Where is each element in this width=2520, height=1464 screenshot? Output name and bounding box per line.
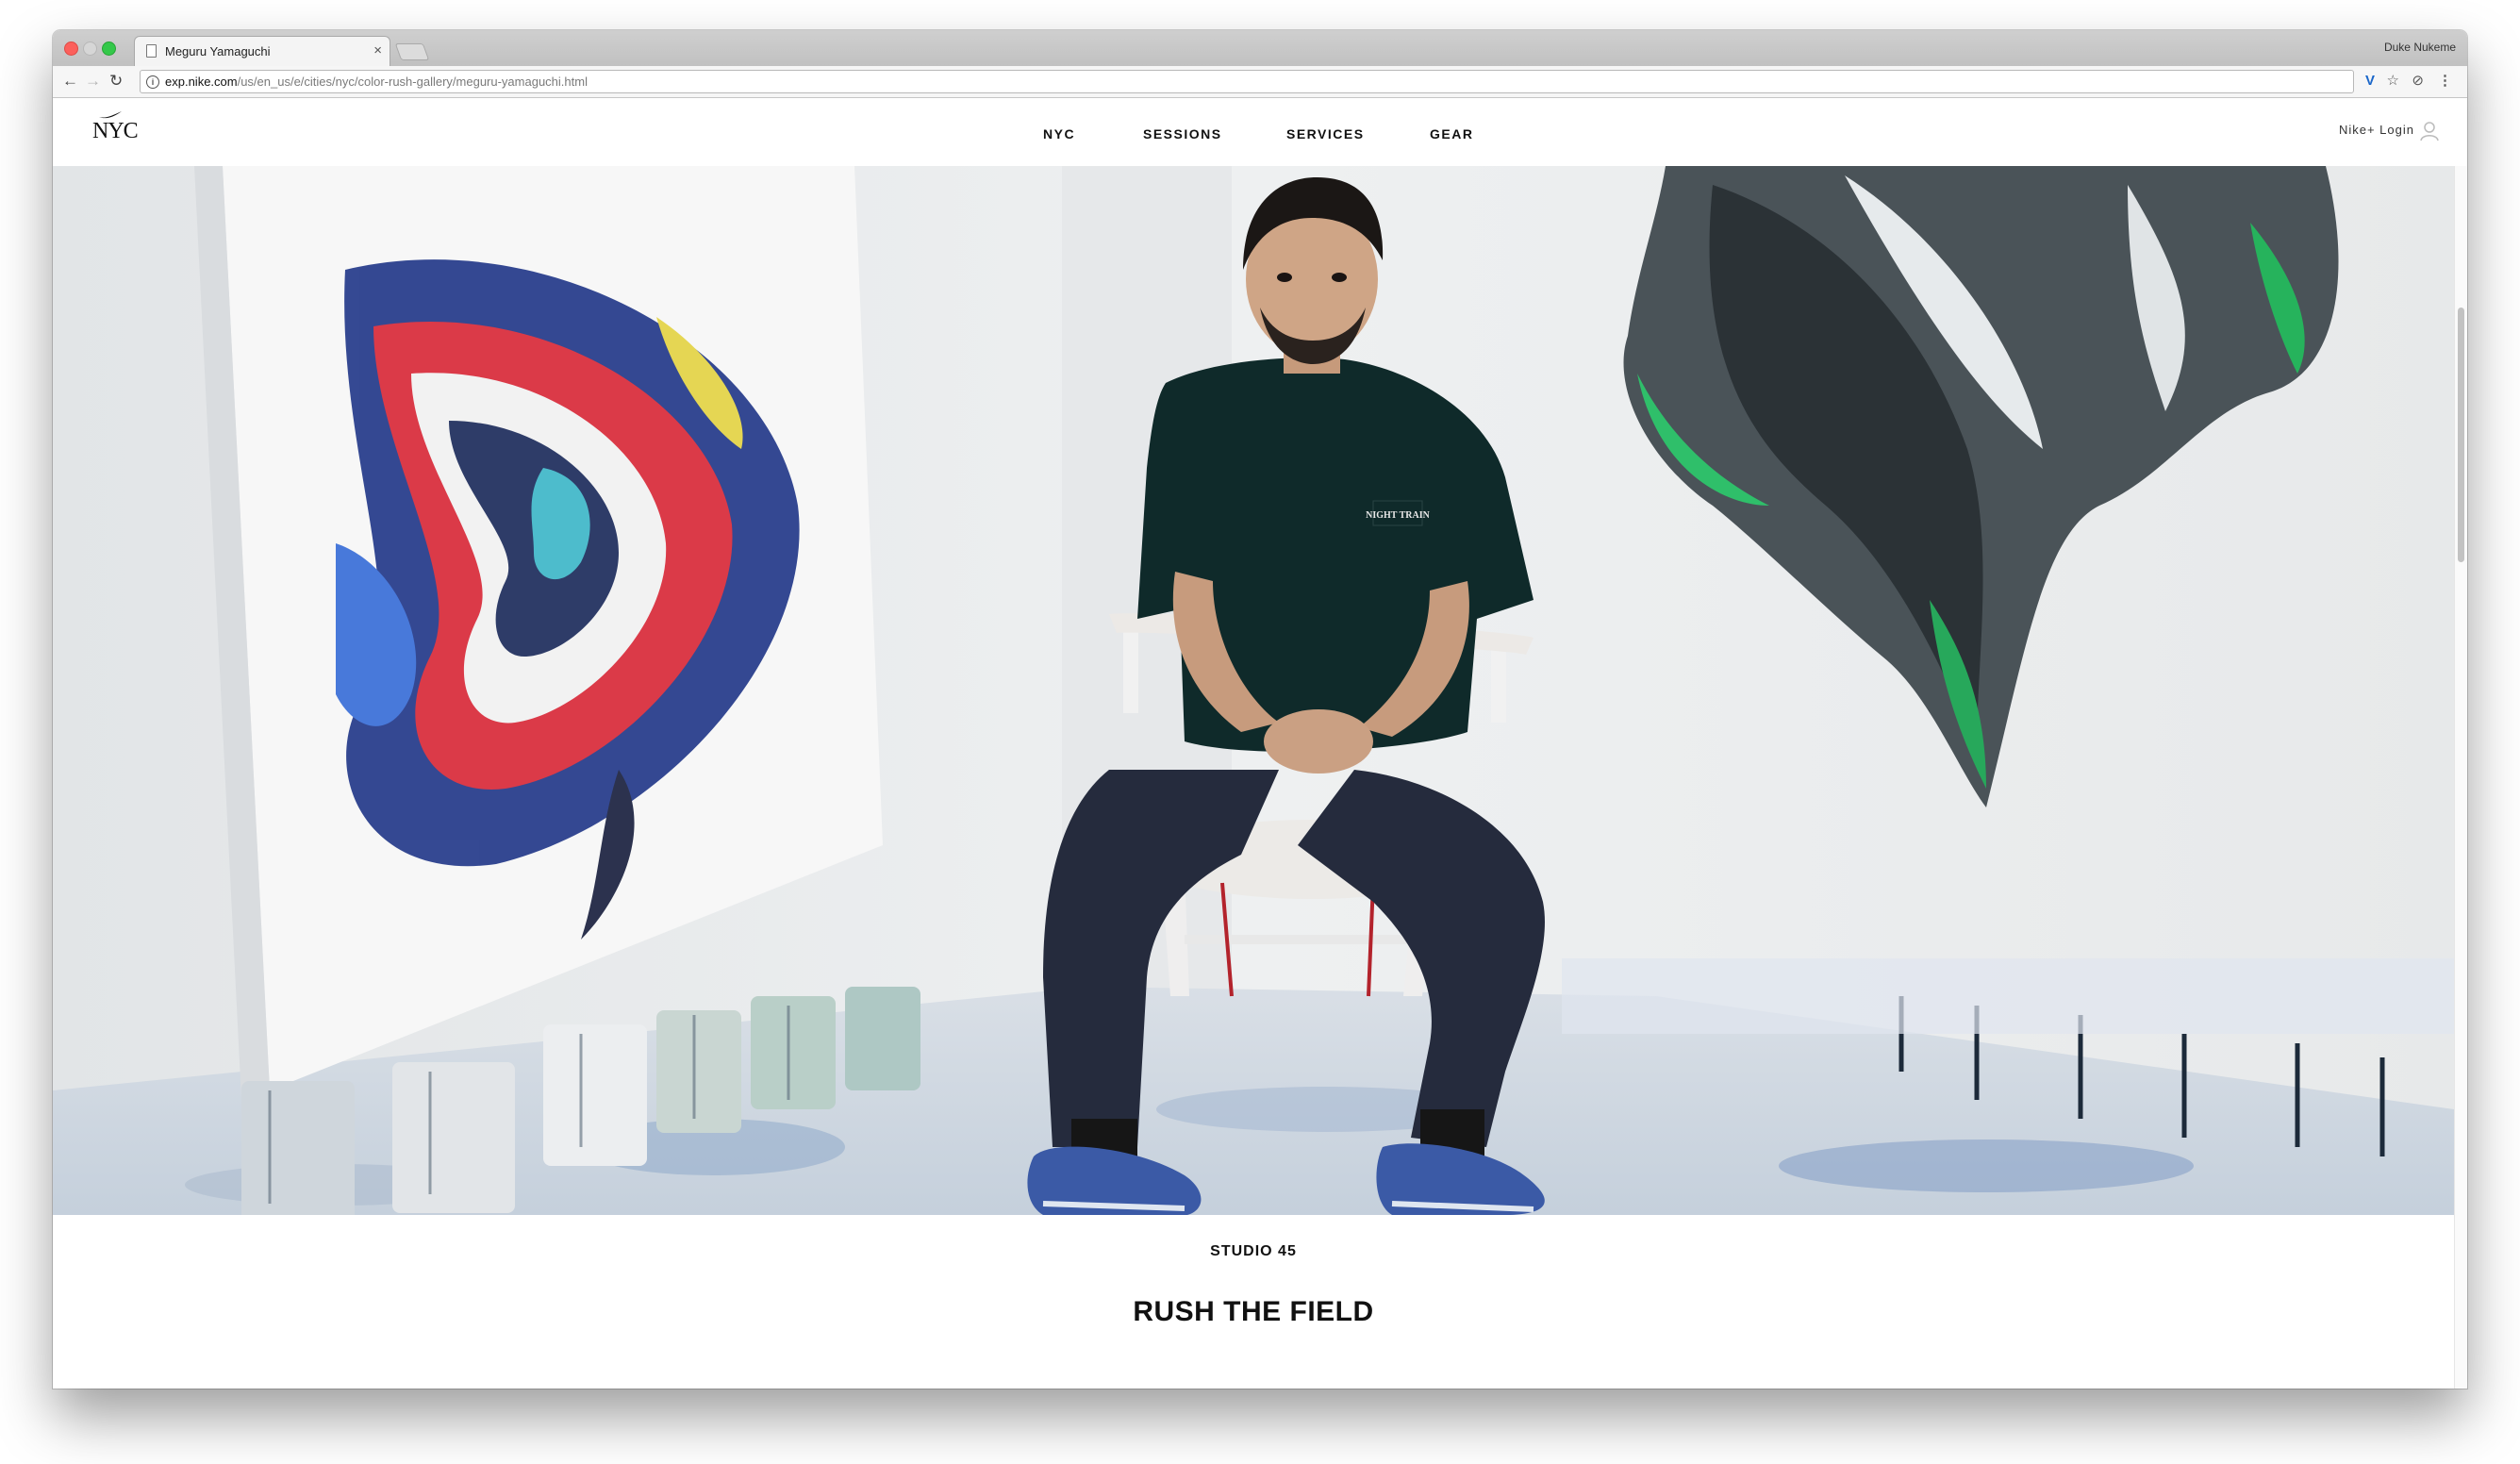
extension-v-icon[interactable]: V bbox=[2365, 74, 2375, 89]
browser-window: Meguru Yamaguchi × Duke Nukeme ← → ↻ i e… bbox=[53, 30, 2467, 1389]
nav-item-services[interactable]: SERVICES bbox=[1286, 126, 1365, 141]
login-link[interactable]: Nike+ Login bbox=[2339, 123, 2414, 137]
url-path: /us/en_us/e/cities/nyc/color-rush-galler… bbox=[237, 75, 588, 89]
hero-image: NIGHT TRAIN bbox=[53, 166, 2454, 1215]
browser-tab[interactable]: Meguru Yamaguchi × bbox=[134, 36, 390, 66]
extension-shield-icon[interactable]: ⊘ bbox=[2412, 74, 2424, 89]
browser-toolbar: ← → ↻ i exp.nike.com/us/en_us/e/cities/n… bbox=[53, 66, 2467, 98]
site-header: NYC NYC SESSIONS SERVICES GEAR Nike+ Log… bbox=[53, 98, 2467, 166]
window-minimize-button[interactable] bbox=[83, 42, 97, 56]
bookmark-star-icon[interactable]: ☆ bbox=[2387, 74, 2399, 89]
window-close-button[interactable] bbox=[64, 42, 78, 56]
reload-icon[interactable]: ↻ bbox=[109, 71, 123, 92]
user-icon[interactable] bbox=[2420, 121, 2439, 141]
swoosh-icon bbox=[99, 111, 122, 119]
profile-name[interactable]: Duke Nukeme bbox=[2384, 41, 2456, 54]
page-scrollbar[interactable] bbox=[2454, 166, 2467, 1389]
info-icon[interactable]: i bbox=[146, 75, 159, 89]
nav-item-sessions[interactable]: SESSIONS bbox=[1143, 126, 1222, 141]
url-host: exp.nike.com bbox=[165, 75, 238, 89]
back-arrow-icon[interactable]: ← bbox=[62, 71, 78, 92]
nav-item-gear[interactable]: GEAR bbox=[1430, 126, 1473, 141]
address-bar[interactable]: i exp.nike.com/us/en_us/e/cities/nyc/col… bbox=[140, 70, 2354, 93]
window-maximize-button[interactable] bbox=[102, 42, 116, 56]
tab-strip: Meguru Yamaguchi × Duke Nukeme bbox=[53, 30, 2467, 66]
artist-studio-photo: NIGHT TRAIN bbox=[53, 166, 2454, 1215]
nav-item-nyc[interactable]: NYC bbox=[1043, 126, 1075, 141]
site-logo[interactable]: NYC bbox=[92, 119, 139, 144]
article-kicker: STUDIO 45 bbox=[1210, 1243, 1297, 1259]
browser-menu-icon[interactable]: ⋮ bbox=[2438, 74, 2452, 89]
shirt-print: NIGHT TRAIN bbox=[1366, 510, 1430, 521]
scrollbar-thumb[interactable] bbox=[2458, 308, 2464, 562]
url-text[interactable]: exp.nike.com/us/en_us/e/cities/nyc/color… bbox=[165, 75, 588, 89]
page-icon bbox=[146, 44, 157, 58]
tab-close-icon[interactable]: × bbox=[373, 42, 382, 58]
new-tab-button[interactable] bbox=[394, 43, 430, 60]
tab-title: Meguru Yamaguchi bbox=[165, 44, 271, 58]
article-headline: RUSH THE FIELD bbox=[1133, 1296, 1374, 1327]
forward-arrow-icon[interactable]: → bbox=[85, 71, 101, 92]
